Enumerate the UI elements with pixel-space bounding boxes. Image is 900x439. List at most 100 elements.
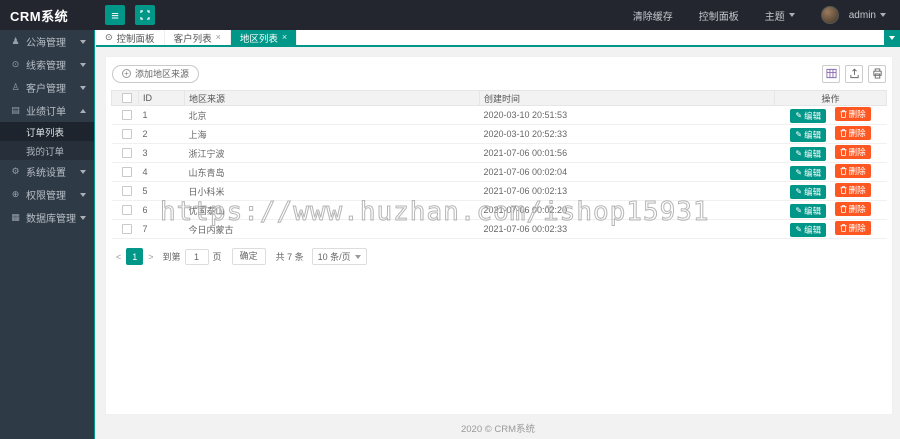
add-region-source-button[interactable]: + 添加地区来源	[112, 64, 200, 83]
cell-created: 2021-07-06 00:02:20	[479, 200, 775, 220]
row-checkbox[interactable]	[121, 110, 132, 121]
goto-suffix: 页	[212, 252, 222, 262]
edit-button[interactable]: ✎ 编辑	[790, 146, 827, 162]
trash-icon	[840, 129, 847, 137]
pencil-icon: ✎	[795, 225, 803, 234]
row-checkbox[interactable]	[121, 167, 132, 178]
sidebar-subitem[interactable]: 我的订单	[0, 141, 94, 160]
row-checkbox[interactable]	[121, 129, 132, 140]
table-row: 7 今日内蒙古 2021-07-06 00:02:33 ✎ 编辑 删除	[111, 219, 887, 239]
cell-id: 7	[138, 219, 185, 239]
delete-button[interactable]: 删除	[834, 201, 871, 217]
next-page-button[interactable]: >	[143, 252, 158, 262]
table-row: 5 日小科米 2021-07-06 00:02:13 ✎ 编辑 删除	[111, 181, 887, 201]
per-page-select[interactable]: 10 条/页	[311, 248, 367, 265]
delete-button[interactable]: 删除	[834, 106, 871, 122]
settings-icon: ⚙	[11, 166, 20, 176]
user-menu[interactable]: admin	[820, 6, 886, 24]
tab[interactable]: 客户列表 ×	[165, 30, 231, 45]
top-header: CRM系统 ≡ 清除缓存 控制面板 主题 admin	[0, 0, 900, 30]
sidebar-item[interactable]: ♟ 公海管理	[0, 30, 94, 53]
table-row: 3 浙江宁波 2021-07-06 00:01:56 ✎ 编辑 删除	[111, 143, 887, 163]
chevron-down-icon	[354, 254, 361, 259]
goto-confirm-button[interactable]: 确定	[231, 248, 266, 265]
tab[interactable]: ⊙ 控制面板	[96, 30, 165, 45]
plus-icon: +	[122, 69, 131, 78]
column-id: ID	[138, 90, 185, 106]
edit-button[interactable]: ✎ 编辑	[790, 165, 827, 181]
public-pool-icon: ♟	[11, 36, 20, 46]
avatar	[820, 6, 839, 24]
filter-columns-button[interactable]	[822, 64, 840, 83]
delete-button[interactable]: 删除	[834, 163, 871, 179]
row-checkbox[interactable]	[121, 186, 132, 197]
cell-id: 5	[138, 181, 185, 201]
print-button[interactable]	[868, 64, 886, 83]
close-icon[interactable]: ×	[216, 33, 221, 42]
column-actions: 操作	[774, 90, 887, 106]
delete-button[interactable]: 删除	[834, 182, 871, 198]
print-icon	[872, 68, 882, 79]
app-title: CRM系统	[10, 8, 69, 24]
row-checkbox[interactable]	[121, 205, 132, 216]
edit-button[interactable]: ✎ 编辑	[790, 108, 827, 124]
pagination: < 1 > 到第 页 确定 共 7 条 10 条/页	[111, 248, 887, 265]
tab[interactable]: 地区列表 ×	[230, 30, 298, 45]
trash-icon	[840, 224, 847, 232]
row-checkbox[interactable]	[121, 148, 132, 159]
cell-id: 1	[138, 105, 185, 125]
edit-button[interactable]: ✎ 编辑	[790, 127, 827, 143]
sidebar-toggle-button[interactable]: ≡	[105, 5, 125, 25]
column-created: 创建时间	[479, 90, 775, 106]
close-icon[interactable]: ×	[282, 33, 287, 42]
chevron-down-icon	[788, 13, 795, 17]
cell-created: 2021-07-06 00:02:33	[479, 219, 775, 239]
goto-page-input[interactable]	[184, 248, 209, 265]
trash-icon	[840, 110, 847, 118]
leads-icon: ⊙	[11, 59, 20, 69]
edit-button[interactable]: ✎ 编辑	[790, 222, 827, 238]
row-checkbox[interactable]	[121, 224, 132, 235]
pencil-icon: ✎	[795, 206, 803, 215]
delete-button[interactable]: 删除	[834, 125, 871, 141]
username: admin	[848, 9, 876, 21]
sidebar-item[interactable]: ⚙ 系统设置	[0, 160, 94, 183]
select-all-checkbox[interactable]	[122, 93, 132, 104]
cell-created: 2021-07-06 00:02:13	[479, 181, 775, 201]
edit-button[interactable]: ✎ 编辑	[790, 184, 827, 200]
sidebar-item[interactable]: ⊕ 权限管理	[0, 183, 94, 206]
trash-icon	[840, 186, 847, 194]
sidebar-item[interactable]: ⊙ 线索管理	[0, 53, 94, 76]
cell-created: 2021-07-06 00:01:56	[479, 143, 775, 163]
customer-icon: ♙	[11, 82, 20, 92]
filter-columns-icon	[825, 68, 837, 79]
fullscreen-button[interactable]	[135, 5, 155, 25]
orders-icon: ▤	[11, 105, 20, 115]
sidebar-subitem[interactable]: 订单列表	[0, 122, 94, 141]
edit-button[interactable]: ✎ 编辑	[790, 203, 827, 219]
cell-source: 浙江宁波	[184, 143, 480, 163]
theme-menu[interactable]: 主题	[765, 8, 795, 23]
cell-source: 日小科米	[184, 181, 480, 201]
table-card: + 添加地区来源 ID 地区来源 创建时间 操作 1 北京 2020-03-10…	[105, 56, 893, 415]
cell-source: 山东青岛	[184, 162, 480, 182]
cell-created: 2020-03-10 20:52:33	[479, 124, 775, 144]
sidebar-submenu: 订单列表 我的订单	[0, 122, 94, 160]
export-button[interactable]	[845, 64, 863, 83]
sidebar-item[interactable]: ▤ 业绩订单	[0, 99, 94, 122]
sidebar-item[interactable]: ♙ 客户管理	[0, 76, 94, 99]
trash-icon	[840, 205, 847, 213]
prev-page-button[interactable]: <	[111, 252, 126, 262]
current-page[interactable]: 1	[126, 248, 144, 265]
sidebar-item[interactable]: ▦ 数据库管理	[0, 206, 94, 229]
chevron-down-icon	[880, 13, 886, 17]
delete-button[interactable]: 删除	[834, 144, 871, 160]
tab-operations-button[interactable]	[884, 30, 900, 45]
total-count: 共 7 条	[275, 252, 304, 262]
control-panel-link[interactable]: 控制面板	[699, 8, 739, 23]
cell-created: 2021-07-06 00:02:04	[479, 162, 775, 182]
cell-source: 今日内蒙古	[184, 219, 480, 239]
table-row: 4 山东青岛 2021-07-06 00:02:04 ✎ 编辑 删除	[111, 162, 887, 182]
clear-cache-link[interactable]: 清除缓存	[633, 8, 673, 23]
delete-button[interactable]: 删除	[834, 220, 871, 236]
